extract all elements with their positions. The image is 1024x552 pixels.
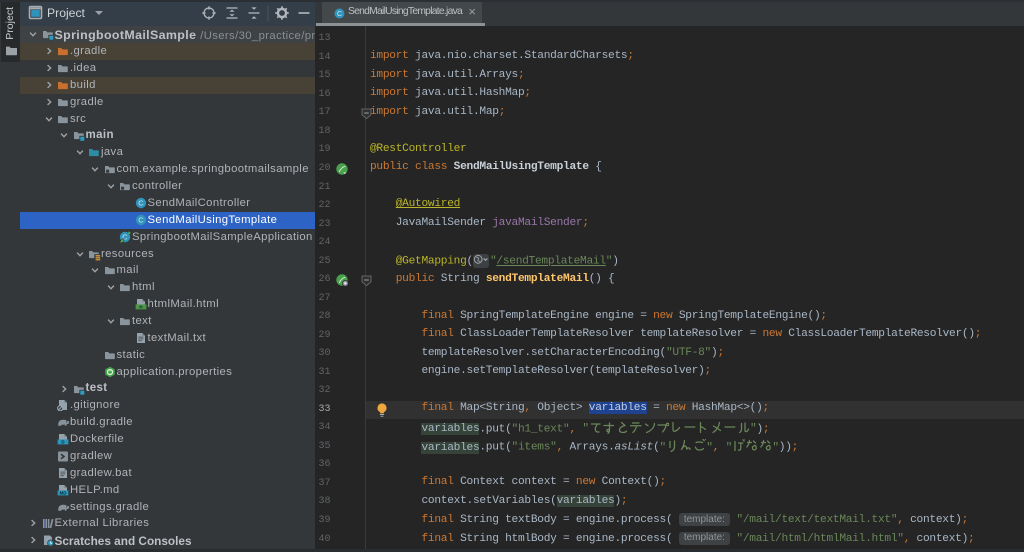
svg-text:D: D [61, 439, 64, 444]
svg-text:MD: MD [60, 490, 67, 495]
svg-text:C: C [138, 198, 144, 207]
svg-text:C: C [138, 215, 144, 224]
svg-text:C: C [337, 11, 342, 18]
svg-text:H: H [139, 304, 142, 309]
